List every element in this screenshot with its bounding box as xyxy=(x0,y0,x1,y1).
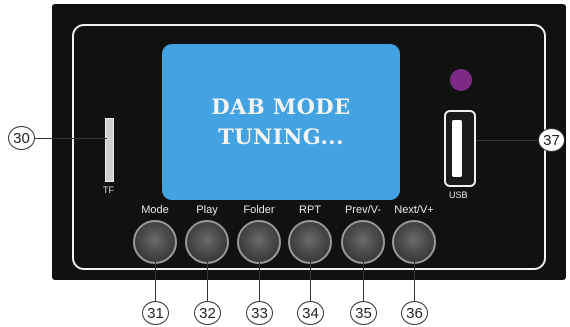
callout-33: 33 xyxy=(246,301,273,325)
leader-line-34 xyxy=(310,262,312,301)
prev-button-label: Prev/V- xyxy=(344,204,382,216)
callout-31: 31 xyxy=(142,301,169,325)
prev-button[interactable] xyxy=(341,220,385,264)
tf-card-slot xyxy=(105,118,114,182)
leader-line-35 xyxy=(363,262,365,301)
rpt-button[interactable] xyxy=(288,220,332,264)
next-button[interactable] xyxy=(392,220,436,264)
tf-label: TF xyxy=(103,185,114,195)
leader-line-36 xyxy=(414,262,416,301)
leader-line-37 xyxy=(476,140,538,142)
callout-36: 36 xyxy=(401,301,428,325)
module-diagram: DAB MODE TUNING... TF USB Mode Play Fold… xyxy=(0,0,570,327)
usb-port-tongue xyxy=(452,120,462,177)
callout-34: 34 xyxy=(297,301,324,325)
next-button-label: Next/V+ xyxy=(394,204,434,216)
callout-35: 35 xyxy=(350,301,377,325)
screen-line-1: DAB MODE xyxy=(211,94,351,119)
mode-button-label: Mode xyxy=(141,204,169,216)
callout-37: 37 xyxy=(538,128,565,152)
play-button-label: Play xyxy=(196,204,218,216)
usb-label: USB xyxy=(449,190,468,200)
screen-line-2: TUNING... xyxy=(218,124,344,149)
leader-line-32 xyxy=(207,262,209,301)
indicator-led xyxy=(450,69,472,91)
mode-button[interactable] xyxy=(133,220,177,264)
callout-30: 30 xyxy=(8,126,35,150)
leader-line-33 xyxy=(259,262,261,301)
folder-button[interactable] xyxy=(237,220,281,264)
usb-port xyxy=(444,110,476,187)
lcd-screen: DAB MODE TUNING... xyxy=(162,44,400,200)
leader-line-31 xyxy=(155,262,157,301)
folder-button-label: Folder xyxy=(243,204,275,216)
leader-line-30 xyxy=(35,138,107,140)
rpt-button-label: RPT xyxy=(299,204,321,216)
callout-32: 32 xyxy=(194,301,221,325)
play-button[interactable] xyxy=(185,220,229,264)
